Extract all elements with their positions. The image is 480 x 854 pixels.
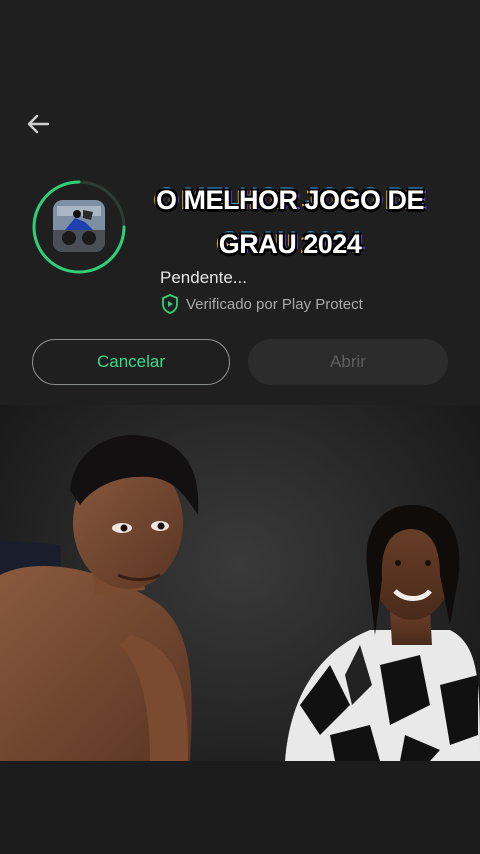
open-button[interactable]: Abrir <box>248 339 448 385</box>
install-panel: O MELHOR JOGO DE GRAU 2024 Pendente... V… <box>0 0 480 405</box>
back-button[interactable] <box>22 108 54 140</box>
cancel-button[interactable]: Cancelar <box>32 339 230 385</box>
download-progress <box>30 178 128 276</box>
caption-line-2: GRAU 2024 <box>218 229 362 259</box>
play-protect-row: Verificado por Play Protect <box>161 294 363 314</box>
install-status: Pendente... <box>160 268 247 287</box>
arrow-back-icon <box>27 114 50 134</box>
shield-check-icon <box>162 294 178 314</box>
app-icon <box>53 200 105 252</box>
video-frame <box>0 405 480 854</box>
play-protect-label: Verificado por Play Protect <box>186 295 363 313</box>
caption-line-1: O MELHOR JOGO DE <box>155 185 425 215</box>
video-people-image <box>0 405 480 854</box>
motorcycle-game-icon <box>53 200 105 252</box>
video-caption: O MELHOR JOGO DE GRAU 2024 <box>130 178 450 266</box>
